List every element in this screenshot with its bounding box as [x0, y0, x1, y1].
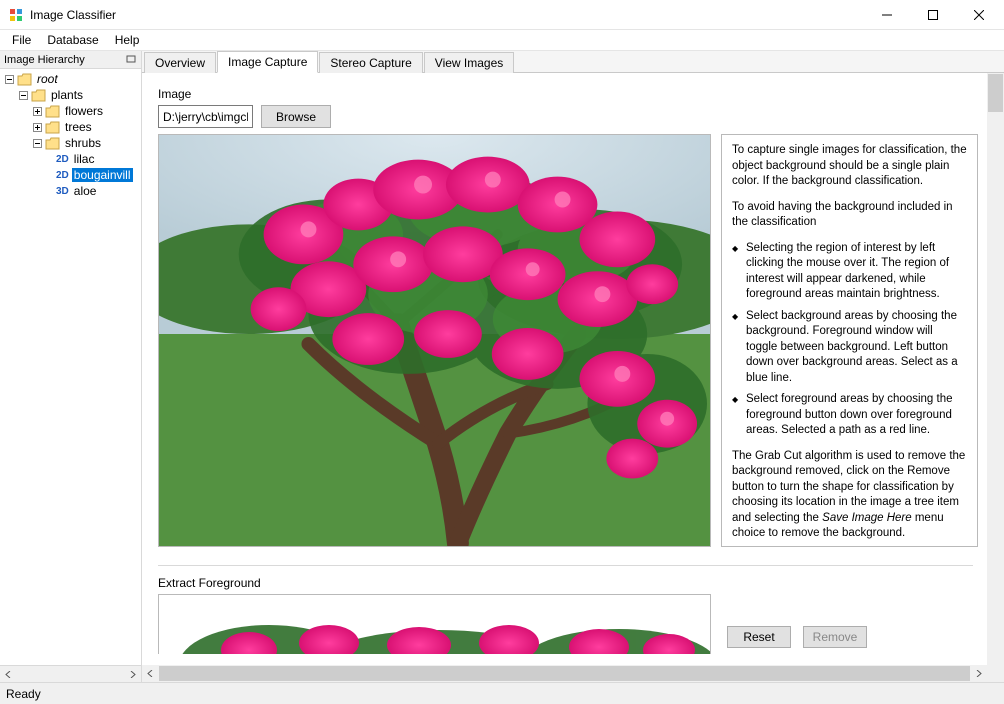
- pin-icon[interactable]: [125, 54, 137, 66]
- image-section-label: Image: [158, 87, 1004, 101]
- folder-icon: [31, 89, 46, 102]
- tree-node-shrubs[interactable]: shrubs: [0, 135, 141, 151]
- folder-icon: [45, 105, 60, 118]
- help-p2: To avoid having the background included …: [732, 200, 967, 231]
- scroll-left-icon[interactable]: [0, 666, 17, 683]
- tree-node-trees[interactable]: trees: [0, 119, 141, 135]
- maximize-button[interactable]: [910, 0, 956, 30]
- help-panel: To capture single images for classificat…: [721, 134, 978, 547]
- sidebar: Image Hierarchy root plants flowers: [0, 51, 142, 682]
- tab-overview[interactable]: Overview: [144, 52, 216, 73]
- image-path-input[interactable]: [158, 105, 253, 128]
- tab-view-images[interactable]: View Images: [424, 52, 514, 73]
- tab-image-capture[interactable]: Image Capture: [217, 51, 318, 73]
- tree-node-flowers[interactable]: flowers: [0, 103, 141, 119]
- tree-label: root: [35, 72, 60, 86]
- tree-label: trees: [63, 120, 94, 134]
- tree-label: plants: [49, 88, 85, 102]
- statusbar: Ready: [0, 682, 1004, 704]
- reset-button[interactable]: Reset: [727, 626, 791, 648]
- help-bullet: Select background areas by choosing the …: [746, 309, 967, 387]
- path-row: Browse: [158, 105, 1004, 128]
- image-preview[interactable]: [158, 134, 711, 547]
- close-button[interactable]: [956, 0, 1002, 30]
- app-icon: [8, 7, 24, 23]
- titlebar: Image Classifier: [0, 0, 1004, 30]
- hscroll-thumb[interactable]: [159, 666, 970, 681]
- tab-stereo-capture[interactable]: Stereo Capture: [319, 52, 422, 73]
- collapse-icon[interactable]: [32, 138, 43, 149]
- content-wrap: Image Browse: [142, 73, 1004, 682]
- scroll-right-icon[interactable]: [124, 666, 141, 683]
- divider: [158, 565, 973, 566]
- scroll-left-icon[interactable]: [142, 665, 159, 682]
- folder-icon: [17, 73, 32, 86]
- menubar: File Database Help: [0, 30, 1004, 51]
- tabs: Overview Image Capture Stereo Capture Vi…: [142, 51, 1004, 73]
- main: Overview Image Capture Stereo Capture Vi…: [142, 51, 1004, 682]
- sidebar-header: Image Hierarchy: [0, 51, 141, 69]
- workspace: Image Hierarchy root plants flowers: [0, 51, 1004, 682]
- badge-2d: 2D: [56, 154, 69, 165]
- tree-label: bougainvill: [72, 168, 133, 182]
- extract-section-label: Extract Foreground: [158, 576, 1004, 590]
- vscrollbar[interactable]: [987, 73, 1004, 665]
- menu-help[interactable]: Help: [107, 31, 148, 49]
- scroll-corner: [987, 665, 1004, 682]
- help-bullet: Select foreground areas by choosing the …: [746, 392, 967, 439]
- browse-button[interactable]: Browse: [261, 105, 331, 128]
- extract-preview[interactable]: [158, 594, 711, 654]
- remove-button[interactable]: Remove: [803, 626, 867, 648]
- action-buttons: Reset Remove: [727, 626, 867, 648]
- tree-node-root[interactable]: root: [0, 71, 141, 87]
- menu-file[interactable]: File: [4, 31, 39, 49]
- help-bullet: Selecting the region of interest by left…: [746, 241, 967, 303]
- folder-icon: [45, 137, 60, 150]
- sidebar-title: Image Hierarchy: [4, 54, 85, 66]
- content: Image Browse: [142, 73, 1004, 682]
- vscroll-thumb[interactable]: [988, 74, 1003, 112]
- minimize-button[interactable]: [864, 0, 910, 30]
- collapse-icon[interactable]: [4, 74, 15, 85]
- folder-icon: [45, 121, 60, 134]
- extract-row: Reset Remove: [158, 594, 1004, 654]
- hscrollbar[interactable]: [142, 665, 987, 682]
- tree-label: lilac: [72, 152, 97, 166]
- scroll-right-icon[interactable]: [970, 665, 987, 682]
- badge-3d: 3D: [56, 186, 69, 197]
- tree-node-aloe[interactable]: 3D aloe: [0, 183, 141, 199]
- collapse-icon[interactable]: [18, 90, 29, 101]
- tree-node-lilac[interactable]: 2D lilac: [0, 151, 141, 167]
- expand-icon[interactable]: [32, 122, 43, 133]
- expand-icon[interactable]: [32, 106, 43, 117]
- help-p3: The Grab Cut algorithm is used to remove…: [732, 449, 967, 542]
- image-row: To capture single images for classificat…: [158, 134, 1004, 547]
- sidebar-hscroll[interactable]: [0, 665, 141, 682]
- tree-node-plants[interactable]: plants: [0, 87, 141, 103]
- tree-label: shrubs: [63, 136, 103, 150]
- tree[interactable]: root plants flowers trees shrubs: [0, 69, 141, 665]
- tree-label: flowers: [63, 104, 105, 118]
- window-title: Image Classifier: [30, 8, 864, 22]
- menu-database[interactable]: Database: [39, 31, 106, 49]
- status-text: Ready: [6, 687, 41, 701]
- help-p1: To capture single images for classificat…: [732, 143, 967, 190]
- tree-node-bougainvillea[interactable]: 2D bougainvill: [0, 167, 141, 183]
- tree-label: aloe: [72, 184, 99, 198]
- badge-2d: 2D: [56, 170, 69, 181]
